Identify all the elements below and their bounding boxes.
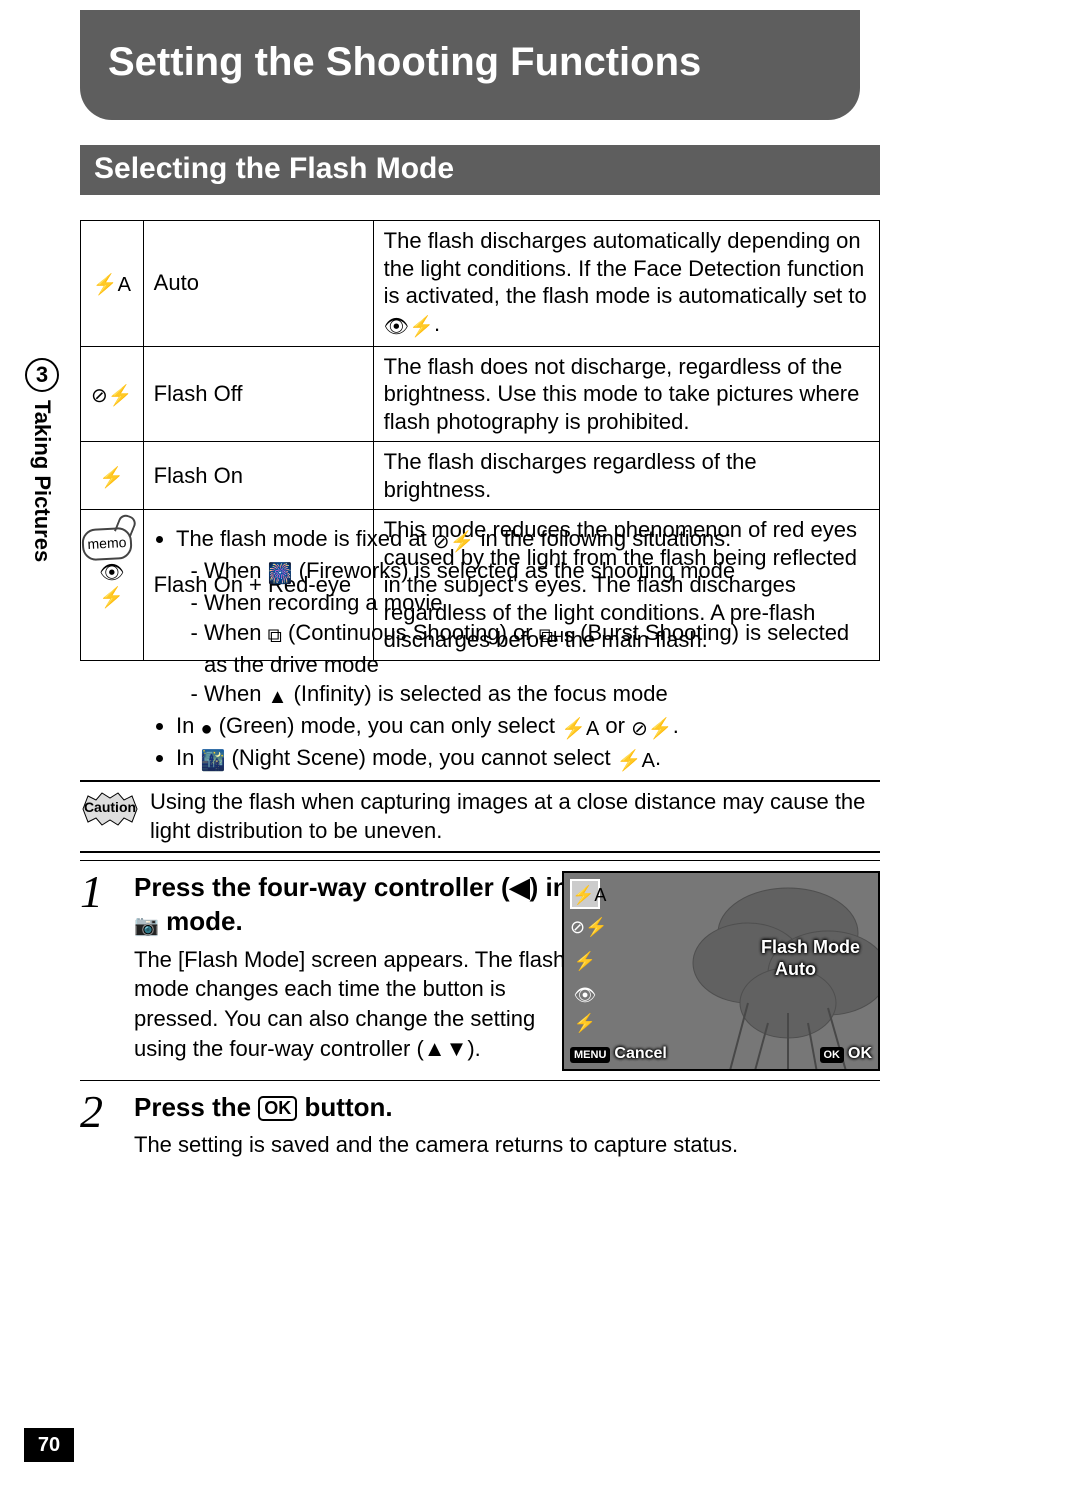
- flash-mode-desc: The flash discharges automatically depen…: [373, 221, 879, 347]
- flash-on-icon: ⚡: [570, 947, 600, 977]
- step-number: 2: [80, 1085, 103, 1138]
- step-title: Press the four-way controller (◀) in 📷 m…: [134, 871, 574, 939]
- caution-text: Using the flash when capturing images at…: [150, 789, 865, 843]
- lcd-preview: ⚡A ⊘⚡ ⚡ 👁⚡ Flash Mode Auto MENUCancel OK…: [562, 871, 880, 1071]
- section-heading: Selecting the Flash Mode: [80, 145, 880, 195]
- step-body: The setting is saved and the camera retu…: [134, 1130, 874, 1160]
- memo-icon: memo: [81, 527, 133, 562]
- camera-icon: 📷: [134, 913, 159, 939]
- flash-auto-icon: ⚡A: [570, 879, 600, 909]
- step-2: 2 Press the OK button. The setting is sa…: [80, 1080, 880, 1176]
- flash-mode-icon-list: ⚡A ⊘⚡ ⚡ 👁⚡: [570, 879, 600, 1015]
- caution-icon: Caution: [80, 790, 140, 828]
- memo-note: memo The flash mode is fixed at ⊘⚡ in th…: [100, 524, 860, 775]
- ok-icon: OK: [258, 1096, 297, 1121]
- flash-off-icon: ⊘⚡: [81, 346, 144, 442]
- flash-on-icon: ⚡: [81, 442, 144, 510]
- table-row: ⊘⚡ Flash Off The flash does not discharg…: [81, 346, 880, 442]
- flash-mode-name: Flash On: [143, 442, 373, 510]
- flower-icon: [638, 871, 880, 1071]
- flash-mode-desc: The flash discharges regardless of the b…: [373, 442, 879, 510]
- flash-auto-icon: ⚡A: [81, 221, 144, 347]
- chapter-tab: 3 Taking Pictures: [22, 358, 62, 608]
- chapter-number: 3: [25, 358, 59, 392]
- flash-mode-name: Auto: [143, 221, 373, 347]
- step-title: Press the OK button.: [134, 1091, 874, 1125]
- flash-redeye-icon: 👁⚡: [570, 981, 600, 1011]
- caution-note: Caution Using the flash when capturing i…: [80, 780, 880, 853]
- flash-mode-name: Flash Off: [143, 346, 373, 442]
- chapter-label: Taking Pictures: [29, 400, 55, 562]
- table-row: ⚡ Flash On The flash discharges regardle…: [81, 442, 880, 510]
- step-1: 1 Press the four-way controller (◀) in 📷…: [80, 860, 880, 1080]
- table-row: ⚡A Auto The flash discharges automatical…: [81, 221, 880, 347]
- steps-list: 1 Press the four-way controller (◀) in 📷…: [80, 860, 880, 1176]
- step-number: 1: [80, 865, 103, 918]
- step-body: The [Flash Mode] screen appears. The fla…: [134, 945, 574, 1064]
- page-number: 70: [24, 1428, 74, 1462]
- lcd-menu-cancel: MENUCancel: [570, 1045, 667, 1063]
- lcd-flash-mode-title: Flash Mode: [761, 937, 860, 958]
- flash-mode-desc: The flash does not discharge, regardless…: [373, 346, 879, 442]
- lcd-flash-mode-value: Auto: [775, 959, 816, 980]
- lcd-ok: OKOK: [820, 1045, 873, 1063]
- page-title: Setting the Shooting Functions: [80, 10, 860, 120]
- flash-off-icon: ⊘⚡: [570, 913, 600, 943]
